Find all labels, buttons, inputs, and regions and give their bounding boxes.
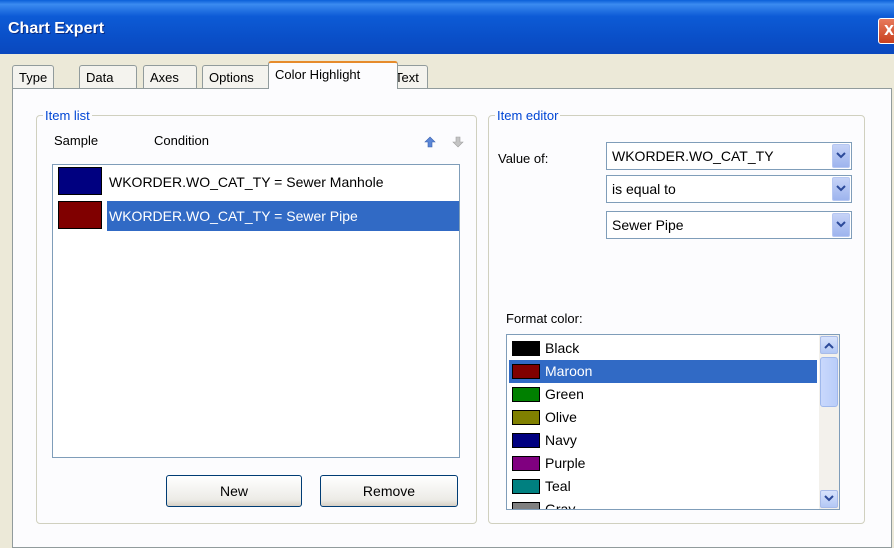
color-sample-swatch bbox=[58, 167, 102, 195]
title-bar: Chart Expert X bbox=[0, 0, 894, 54]
compare-value-select[interactable]: Sewer Pipe bbox=[606, 211, 852, 239]
color-option-green[interactable]: Green bbox=[509, 383, 817, 406]
color-name: Navy bbox=[545, 432, 577, 448]
move-up-button[interactable] bbox=[419, 131, 441, 153]
move-down-button[interactable] bbox=[447, 131, 469, 153]
chevron-down-icon[interactable] bbox=[832, 144, 850, 168]
color-name: Purple bbox=[545, 455, 586, 471]
remove-button[interactable]: Remove bbox=[320, 475, 458, 507]
chevron-up-icon bbox=[824, 342, 834, 349]
operator-select[interactable]: is equal to bbox=[606, 175, 852, 203]
color-option-teal[interactable]: Teal bbox=[509, 475, 817, 498]
tab-data[interactable]: Data bbox=[79, 65, 137, 89]
chevron-down-icon[interactable] bbox=[832, 177, 850, 201]
color-name: Gray bbox=[545, 501, 576, 510]
color-swatch bbox=[512, 456, 540, 471]
scroll-up-button[interactable] bbox=[820, 336, 838, 354]
chevron-down-icon[interactable] bbox=[832, 213, 850, 237]
format-color-listbox[interactable]: Black Maroon Green Olive Navy Purple Tea… bbox=[506, 334, 840, 510]
item-list-legend: Item list bbox=[45, 108, 90, 123]
scroll-thumb[interactable] bbox=[820, 357, 838, 407]
item-condition-text: WKORDER.WO_CAT_TY = Sewer Manhole bbox=[109, 174, 384, 190]
scroll-down-button[interactable] bbox=[820, 490, 838, 508]
color-swatch bbox=[512, 410, 540, 425]
color-sample-swatch bbox=[58, 201, 102, 229]
chevron-down-icon bbox=[824, 495, 834, 502]
tab-type[interactable]: Type bbox=[12, 65, 54, 89]
new-button[interactable]: New bbox=[166, 475, 302, 507]
color-swatch bbox=[512, 433, 540, 448]
arrow-up-icon bbox=[424, 136, 436, 148]
color-option-olive[interactable]: Olive bbox=[509, 406, 817, 429]
operator-select-value: is equal to bbox=[612, 181, 676, 197]
color-swatch bbox=[512, 341, 540, 356]
item-condition-text: WKORDER.WO_CAT_TY = Sewer Pipe bbox=[107, 201, 459, 231]
close-button[interactable]: X bbox=[878, 18, 894, 44]
color-name: Black bbox=[545, 340, 580, 356]
color-swatch bbox=[512, 364, 540, 379]
color-name: Green bbox=[545, 386, 584, 402]
color-name: Teal bbox=[545, 478, 571, 494]
color-option-navy[interactable]: Navy bbox=[509, 429, 817, 452]
field-select-value: WKORDER.WO_CAT_TY bbox=[612, 148, 774, 164]
tab-options[interactable]: Options bbox=[202, 65, 273, 89]
format-color-label: Format color: bbox=[506, 311, 583, 326]
arrow-down-icon bbox=[452, 136, 464, 148]
color-name: Maroon bbox=[545, 363, 593, 379]
item-editor-legend: Item editor bbox=[497, 108, 559, 123]
color-option-black[interactable]: Black bbox=[509, 337, 817, 360]
list-item[interactable]: WKORDER.WO_CAT_TY = Sewer Pipe bbox=[53, 199, 459, 233]
value-of-label: Value of: bbox=[498, 151, 549, 166]
compare-value-select-value: Sewer Pipe bbox=[612, 217, 684, 233]
tab-axes[interactable]: Axes bbox=[143, 65, 197, 89]
field-select[interactable]: WKORDER.WO_CAT_TY bbox=[606, 142, 852, 170]
color-option-maroon[interactable]: Maroon bbox=[509, 360, 817, 383]
color-swatch bbox=[512, 502, 540, 509]
color-option-gray[interactable]: Gray bbox=[509, 498, 817, 510]
color-swatch bbox=[512, 479, 540, 494]
tab-color-highlight[interactable]: Color Highlight bbox=[268, 61, 398, 89]
close-icon: X bbox=[883, 23, 894, 39]
window-title: Chart Expert bbox=[8, 20, 105, 37]
list-item[interactable]: WKORDER.WO_CAT_TY = Sewer Manhole bbox=[53, 165, 459, 199]
color-list-scrollbar[interactable] bbox=[819, 335, 839, 509]
color-option-purple[interactable]: Purple bbox=[509, 452, 817, 475]
condition-column-header: Condition bbox=[154, 133, 209, 148]
sample-column-header: Sample bbox=[54, 133, 99, 148]
color-name: Olive bbox=[545, 409, 577, 425]
color-swatch bbox=[512, 387, 540, 402]
item-listbox[interactable]: WKORDER.WO_CAT_TY = Sewer Manhole WKORDE… bbox=[52, 164, 460, 458]
